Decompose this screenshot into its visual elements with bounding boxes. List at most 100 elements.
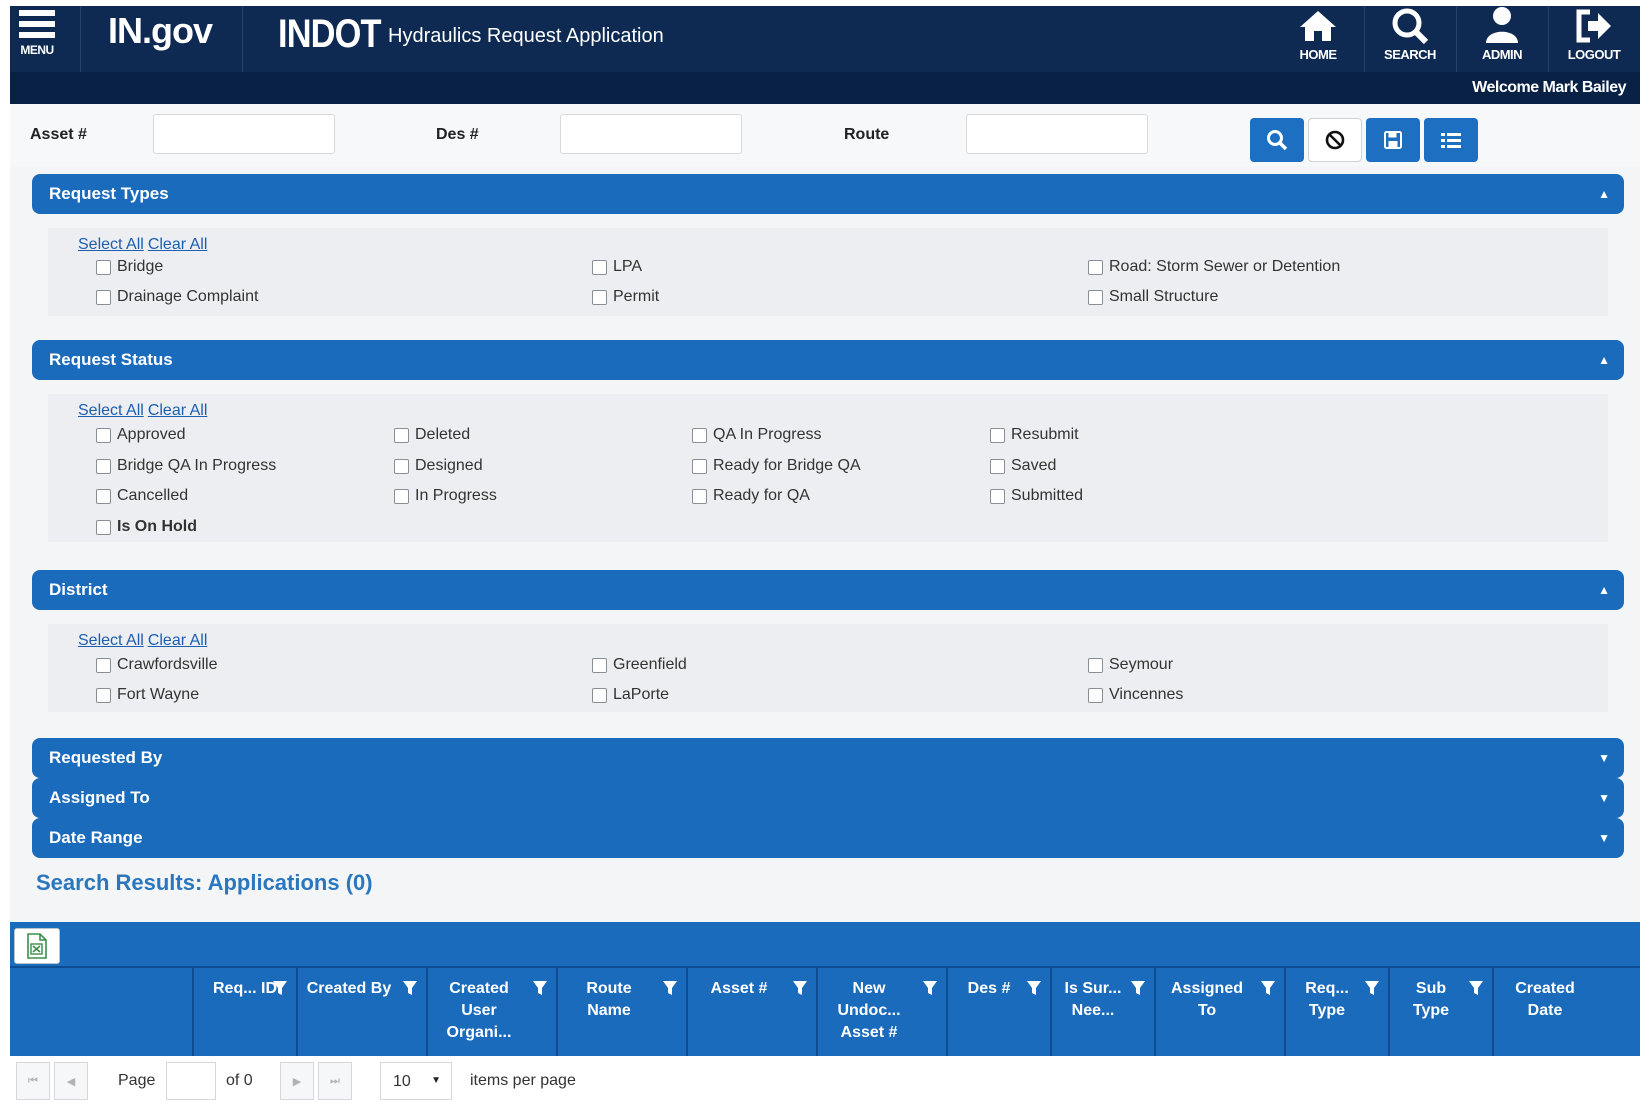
filter-icon[interactable]	[1130, 980, 1146, 996]
column-header-new-undoc-asset[interactable]: New Undoc... Asset #	[816, 968, 946, 1062]
excel-export-button[interactable]	[14, 928, 60, 964]
checkbox-greenfield[interactable]: Greenfield	[592, 656, 687, 674]
nav-logout-button[interactable]: LOGOUT	[1548, 6, 1640, 72]
clear-all-link[interactable]: Clear All	[148, 402, 208, 419]
search-button[interactable]	[1250, 118, 1304, 162]
indot-logo[interactable]: INDOT	[278, 12, 382, 57]
filter-icon[interactable]	[792, 980, 808, 996]
date-range-header[interactable]: Date Range ▼	[32, 818, 1624, 858]
checkbox-label: Greenfield	[613, 656, 687, 673]
checkbox-approved[interactable]: Approved	[96, 426, 186, 444]
next-page-button[interactable]: ▶	[280, 1062, 314, 1100]
filter-icon[interactable]	[272, 980, 288, 996]
filter-icon[interactable]	[662, 980, 678, 996]
select-all-link[interactable]: Select All	[78, 402, 144, 419]
checkbox-vincennes[interactable]: Vincennes	[1088, 686, 1183, 704]
column-header-assigned-to[interactable]: Assigned To	[1154, 968, 1284, 1062]
filter-icon[interactable]	[1260, 980, 1276, 996]
first-page-button[interactable]: ⏮	[16, 1062, 50, 1100]
caret-down-icon: ▼	[431, 1075, 441, 1086]
assigned-to-header[interactable]: Assigned To ▼	[32, 778, 1624, 818]
checkbox-submitted[interactable]: Submitted	[990, 487, 1083, 505]
asset-input[interactable]	[153, 114, 335, 154]
clear-all-link[interactable]: Clear All	[148, 236, 208, 253]
column-header-created-user-org[interactable]: Created User Organi...	[426, 968, 556, 1062]
des-input[interactable]	[560, 114, 742, 154]
column-header-asset[interactable]: Asset #	[686, 968, 816, 1062]
checkbox-saved[interactable]: Saved	[990, 457, 1056, 475]
filter-icon[interactable]	[1364, 980, 1380, 996]
column-header-req-id[interactable]: Req... ID	[192, 968, 296, 1062]
checkbox-label: Approved	[117, 426, 186, 443]
filter-icon[interactable]	[922, 980, 938, 996]
nav-search-button[interactable]: SEARCH	[1364, 6, 1456, 72]
chevron-down-icon: ▼	[1598, 751, 1610, 765]
checkbox-laporte[interactable]: LaPorte	[592, 686, 669, 704]
last-page-button[interactable]: ⏭	[318, 1062, 352, 1100]
column-header-is-survey-needed[interactable]: Is Sur... Nee...	[1050, 968, 1154, 1062]
checkbox-seymour[interactable]: Seymour	[1088, 656, 1173, 674]
app-title: Hydraulics Request Application	[388, 25, 664, 47]
app-frame: MENU IN.gov INDOT Hydraulics Request App…	[10, 6, 1640, 1104]
save-icon	[1384, 131, 1402, 149]
filter-icon[interactable]	[1468, 980, 1484, 996]
checkbox-designed[interactable]: Designed	[394, 457, 483, 475]
column-header-req-type[interactable]: Req... Type	[1284, 968, 1388, 1062]
select-all-link[interactable]: Select All	[78, 632, 144, 649]
column-label: New Undoc... Asset #	[837, 980, 901, 1041]
checkbox-in-progress[interactable]: In Progress	[394, 487, 497, 505]
user-icon	[1486, 7, 1518, 43]
clear-button[interactable]	[1308, 118, 1362, 162]
search-row: Asset # Des # Route	[10, 104, 1640, 166]
search-icon	[1267, 130, 1288, 151]
column-header-created-date[interactable]: Created Date	[1492, 968, 1610, 1062]
checkbox-ready-for-bridge-qa[interactable]: Ready for Bridge QA	[692, 457, 861, 475]
requested-by-header[interactable]: Requested By ▼	[32, 738, 1624, 778]
select-clear-links: Select All Clear All	[78, 236, 211, 254]
request-types-header[interactable]: Request Types ▲	[32, 174, 1624, 214]
checkbox-label: Deleted	[415, 426, 471, 443]
checkbox-road-storm-sewer[interactable]: Road: Storm Sewer or Detention	[1088, 258, 1340, 276]
ingov-logo[interactable]: IN.gov	[108, 10, 213, 52]
checkbox-small-structure[interactable]: Small Structure	[1088, 288, 1218, 306]
filter-icon[interactable]	[532, 980, 548, 996]
select-all-link[interactable]: Select All	[78, 236, 144, 253]
checkbox-ready-for-qa[interactable]: Ready for QA	[692, 487, 810, 505]
route-input[interactable]	[966, 114, 1148, 154]
prev-page-button[interactable]: ◀	[54, 1062, 88, 1100]
column-label: Created By	[306, 980, 392, 997]
column-header-route-name[interactable]: Route Name	[556, 968, 686, 1062]
nav-admin-button[interactable]: ADMIN	[1456, 6, 1548, 72]
column-header-sub-type[interactable]: Sub Type	[1388, 968, 1492, 1062]
list-button[interactable]	[1424, 118, 1478, 162]
checkbox-bridge[interactable]: Bridge	[96, 258, 163, 276]
checkbox-lpa[interactable]: LPA	[592, 258, 642, 276]
column-header-des[interactable]: Des #	[946, 968, 1050, 1062]
checkbox-qa-in-progress[interactable]: QA In Progress	[692, 426, 822, 444]
search-results-title: Search Results: Applications (0)	[36, 870, 373, 895]
clear-all-link[interactable]: Clear All	[148, 632, 208, 649]
checkbox-bridge-qa-in-progress[interactable]: Bridge QA In Progress	[96, 457, 276, 475]
page-label: Page	[118, 1072, 156, 1089]
checkbox-resubmit[interactable]: Resubmit	[990, 426, 1079, 444]
chevron-up-icon: ▲	[1598, 187, 1610, 201]
checkbox-drainage-complaint[interactable]: Drainage Complaint	[96, 288, 258, 306]
filter-icon[interactable]	[402, 980, 418, 996]
save-button[interactable]	[1366, 118, 1420, 162]
filter-icon[interactable]	[1026, 980, 1042, 996]
nav-home-button[interactable]: HOME	[1272, 6, 1364, 72]
checkbox-deleted[interactable]: Deleted	[394, 426, 470, 444]
column-header-created-by[interactable]: Created By	[296, 968, 426, 1062]
menu-button[interactable]: MENU	[14, 10, 60, 66]
checkbox-is-on-hold[interactable]: Is On Hold	[96, 518, 197, 536]
checkbox-cancelled[interactable]: Cancelled	[96, 487, 188, 505]
checkbox-permit[interactable]: Permit	[592, 288, 659, 306]
request-status-header[interactable]: Request Status ▲	[32, 340, 1624, 380]
page-size-select[interactable]: 10 ▼	[380, 1062, 452, 1100]
chevron-up-icon: ▲	[1598, 353, 1610, 367]
checkbox-fort-wayne[interactable]: Fort Wayne	[96, 686, 199, 704]
district-header[interactable]: District ▲	[32, 570, 1624, 610]
checkbox-crawfordsville[interactable]: Crawfordsville	[96, 656, 217, 674]
items-per-page-label: items per page	[470, 1072, 576, 1089]
page-number-input[interactable]	[166, 1062, 216, 1100]
